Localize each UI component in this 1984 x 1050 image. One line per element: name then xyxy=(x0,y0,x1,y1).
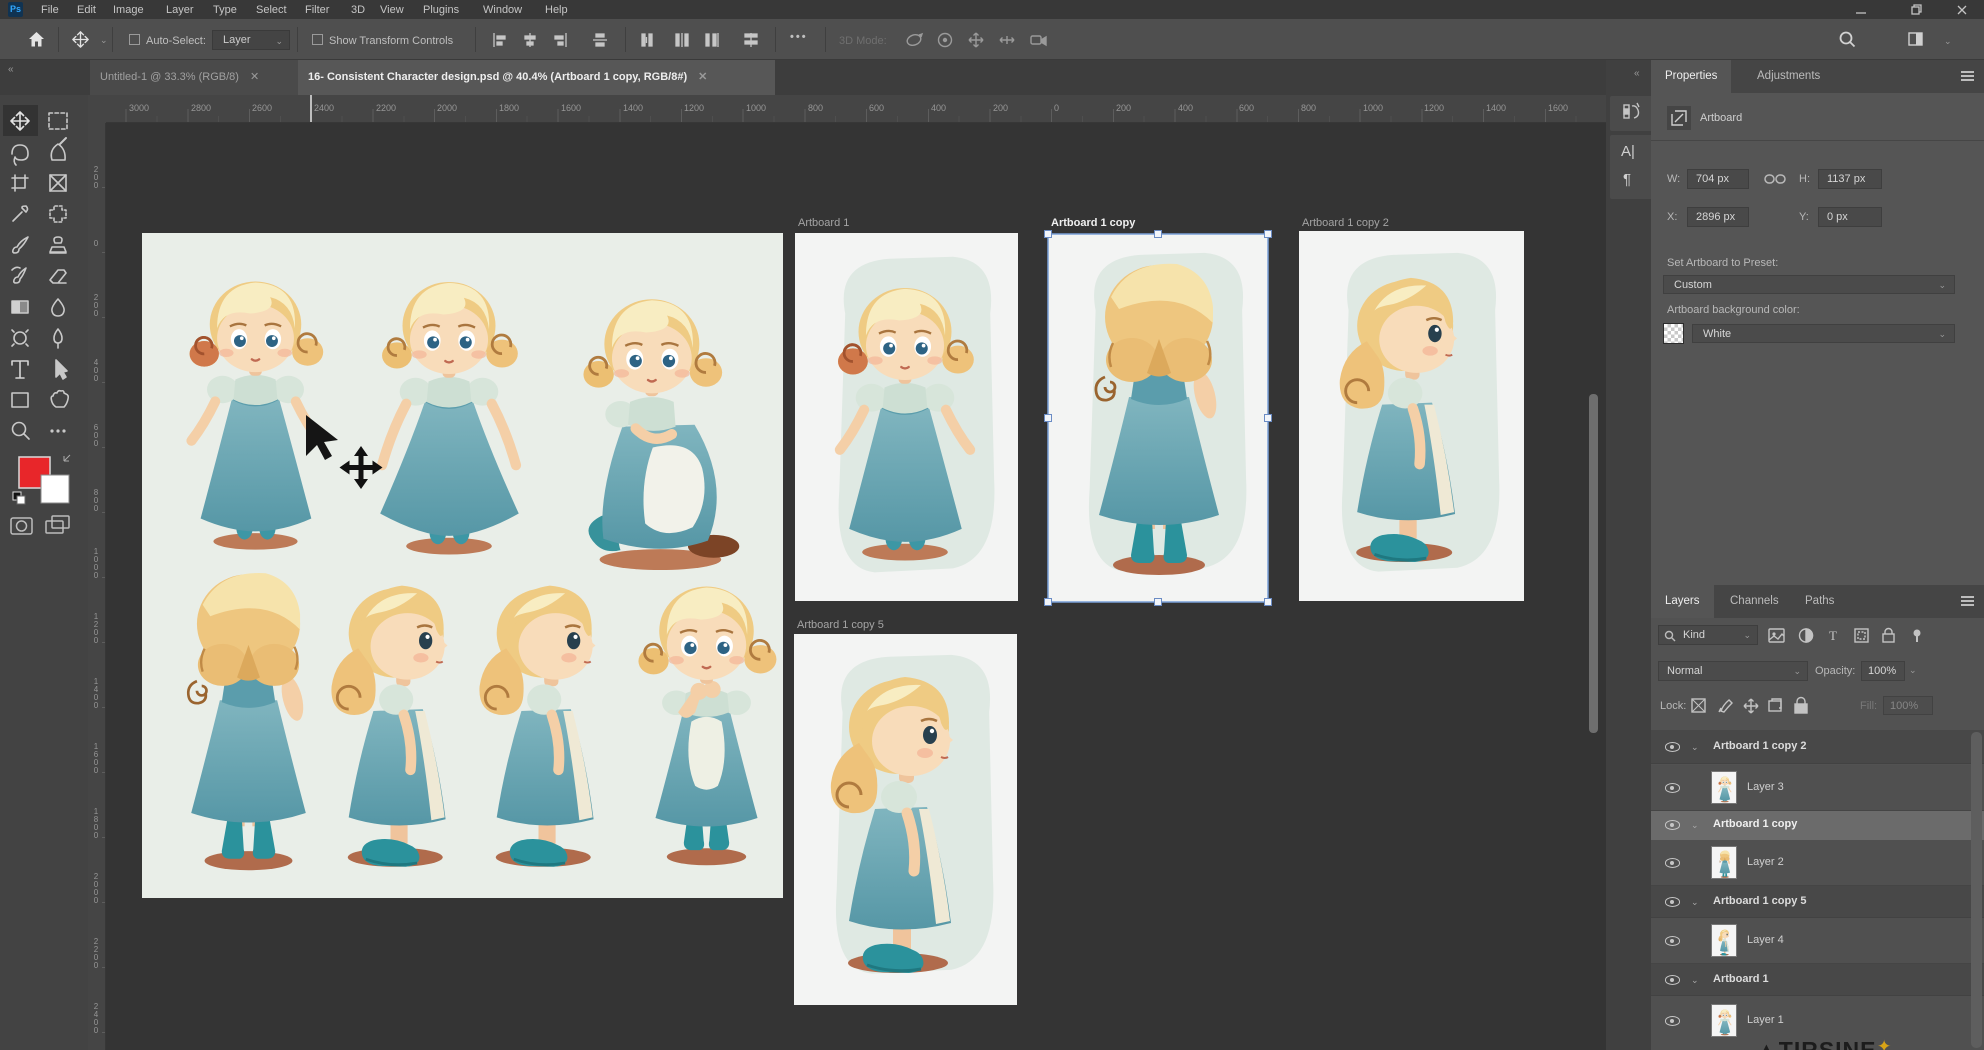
svg-text:T: T xyxy=(1829,628,1837,643)
